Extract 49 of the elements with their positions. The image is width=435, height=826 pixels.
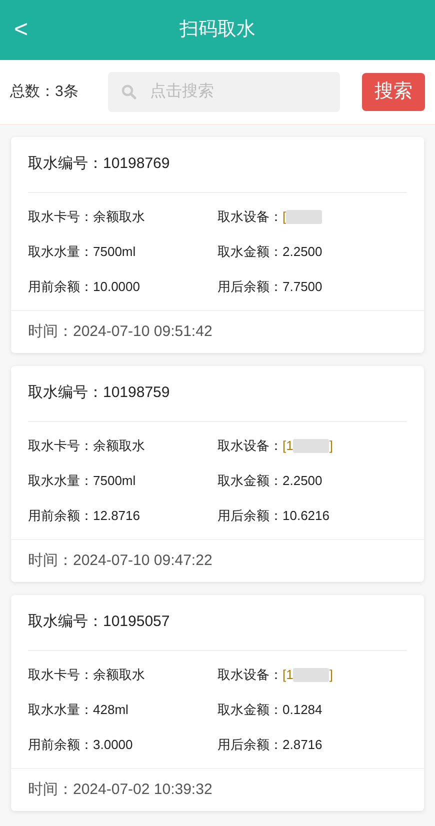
- field-value: 10.6216: [282, 506, 330, 525]
- field-label: 取水金额：: [218, 472, 282, 490]
- field-value: [1: [282, 436, 294, 455]
- field-value: 7.7500: [282, 278, 322, 296]
- record-number: 取水编号：10198759: [28, 383, 170, 404]
- field-value: 428ml: [93, 700, 128, 719]
- field-label: 取水卡号：: [28, 208, 93, 226]
- field-value: [: [282, 208, 286, 226]
- record-time: 时间：2024-07-10 09:51:42: [28, 322, 212, 342]
- field-value: 12.8716: [93, 506, 140, 525]
- field-label: 用后余额：: [218, 506, 282, 525]
- field-value: 0.1284: [282, 700, 322, 719]
- field-label: 取水设备：: [218, 208, 282, 226]
- field-value: 余额取水: [93, 666, 145, 684]
- field-label: 取水水量：: [28, 472, 93, 490]
- field-value: [1: [282, 666, 294, 684]
- field-value: 7500ml: [93, 242, 136, 261]
- field-value: 7500ml: [93, 472, 136, 490]
- field-label: 取水金额：: [218, 700, 282, 719]
- record-number: 取水编号：10195057: [28, 612, 170, 632]
- field-label: 取水卡号：: [28, 436, 93, 455]
- field-value: 2.2500: [282, 472, 322, 490]
- record-time: 时间：2024-07-02 10:39:32: [28, 780, 212, 800]
- field-label: 取水水量：: [28, 700, 93, 719]
- field-value: ]: [329, 436, 333, 455]
- field-label: 用前余额：: [28, 278, 93, 296]
- record-number: 取水编号：10198769: [28, 154, 170, 174]
- field-value: 余额取水: [93, 208, 145, 226]
- field-value: ]: [329, 666, 333, 684]
- field-value: 余额取水: [93, 436, 145, 455]
- field-value: 2.2500: [282, 242, 322, 261]
- search-button[interactable]: 搜索: [362, 73, 425, 111]
- field-value: 3.0000: [93, 736, 133, 754]
- field-value: 10.0000: [93, 278, 140, 296]
- field-label: 用前余额：: [28, 736, 93, 754]
- record-time: 时间：2024-07-10 09:47:22: [28, 550, 212, 571]
- field-label: 取水设备：: [218, 666, 282, 684]
- field-label: 取水金额：: [218, 242, 282, 261]
- field-label: 取水水量：: [28, 242, 93, 261]
- search-icon: [121, 84, 137, 100]
- page-title: 扫码取水: [180, 18, 256, 42]
- field-label: 用后余额：: [218, 736, 282, 754]
- field-label: 取水卡号：: [28, 666, 93, 684]
- field-label: 取水设备：: [218, 436, 282, 455]
- field-value: 2.8716: [282, 736, 322, 754]
- back-button[interactable]: <: [14, 18, 28, 42]
- field-label: 用后余额：: [218, 278, 282, 296]
- total-count: 总数：3条: [10, 82, 80, 102]
- field-label: 用前余额：: [28, 506, 93, 525]
